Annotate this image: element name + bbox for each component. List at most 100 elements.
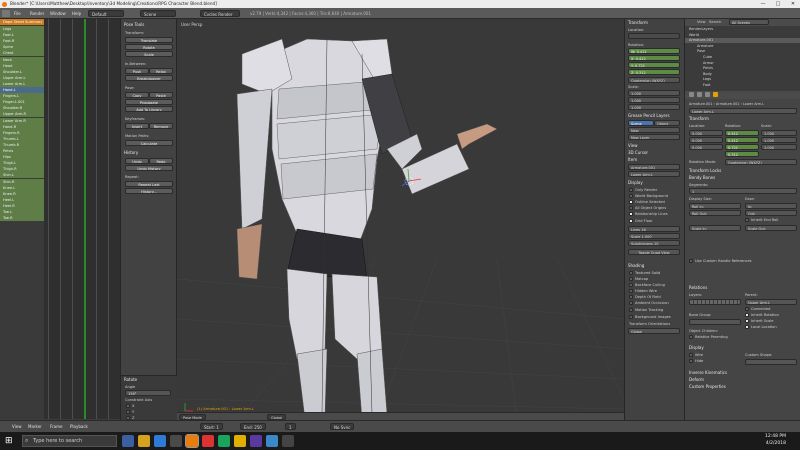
- inverse-kinematics-header[interactable]: Inverse Kinematics: [689, 370, 727, 376]
- copy-pose-button[interactable]: Copy: [125, 92, 149, 98]
- dope-sheet-channel-row[interactable]: Knee.L: [0, 184, 44, 191]
- custom-handle-checkbox[interactable]: [689, 259, 693, 263]
- timeline-view-menu[interactable]: View: [12, 423, 22, 430]
- ambient-occlusion-checkbox[interactable]: [629, 301, 633, 305]
- dope-sheet-channel-row[interactable]: Shin.L: [0, 172, 44, 179]
- translate-button[interactable]: Translate: [125, 37, 173, 43]
- view-panel-header[interactable]: View: [628, 143, 638, 149]
- timeline-frame-menu[interactable]: Frame: [50, 423, 62, 430]
- app-icon[interactable]: [266, 435, 278, 447]
- display-panel-header[interactable]: Display: [628, 180, 643, 186]
- object-tab-icon[interactable]: [705, 92, 710, 97]
- dope-sheet-channel-row[interactable]: Heel.R: [0, 202, 44, 209]
- axis-y-checkbox[interactable]: [126, 410, 130, 414]
- close-window-button[interactable]: ✕: [786, 0, 800, 8]
- remove-keyframe-button[interactable]: Remove: [149, 123, 173, 129]
- propagate-button[interactable]: Propagate: [125, 99, 173, 105]
- character-armor-model[interactable]: [236, 38, 498, 420]
- playhead-line[interactable]: [84, 19, 86, 419]
- background-images-checkbox[interactable]: [629, 315, 633, 319]
- dope-sheet-channel-row[interactable]: Chest: [0, 50, 44, 57]
- bone-display-header[interactable]: Display: [689, 345, 704, 351]
- outliner-view-menu[interactable]: View: [697, 19, 706, 25]
- outliner-row[interactable]: Armature.001: [685, 38, 800, 44]
- bone-rot-x[interactable]: 0.412: [725, 137, 759, 143]
- push-button[interactable]: Push: [125, 68, 149, 74]
- roll-out-field[interactable]: Roll Out:: [689, 210, 741, 216]
- rotation-mode-select[interactable]: Quaternion (WXYZ): [628, 77, 680, 83]
- dope-sheet-channel-row[interactable]: Toe.L: [0, 209, 44, 215]
- scale-z-field[interactable]: 1.000: [628, 104, 680, 110]
- dope-sheet-channel-row[interactable]: Foot.L: [0, 32, 44, 39]
- dope-sheet-channel-row[interactable]: Thumb.L: [0, 135, 44, 142]
- relationship-lines-checkbox[interactable]: [629, 212, 633, 216]
- outliner-row[interactable]: Pose: [685, 49, 800, 54]
- history-header[interactable]: History: [124, 150, 138, 156]
- repeat-history-button[interactable]: History...: [125, 188, 173, 194]
- bone-scale-y[interactable]: 1.000: [761, 137, 797, 143]
- ease-out-field[interactable]: Out:: [745, 210, 797, 216]
- repeat-last-button[interactable]: Repeat Last: [125, 181, 173, 187]
- bendy-bones-header[interactable]: Bendy Bones: [689, 175, 715, 181]
- outliner-row[interactable]: Cube: [685, 55, 800, 60]
- dope-sheet-channel-row[interactable]: Heel.L: [0, 196, 44, 203]
- undo-history-button[interactable]: Undo History: [125, 165, 173, 171]
- grid-floor-checkbox[interactable]: [629, 219, 633, 223]
- gpencil-new-layer-button[interactable]: New Layer: [628, 134, 680, 140]
- toggle-quad-view-button[interactable]: Toggle Quad View: [628, 249, 680, 255]
- scale-out-field[interactable]: Scale Out:: [745, 225, 797, 231]
- dope-sheet-channel-row[interactable]: Fingers.R: [0, 129, 44, 136]
- scale-button[interactable]: Scale: [125, 51, 173, 57]
- gpencil-new-button[interactable]: New: [628, 127, 680, 133]
- matcap-checkbox[interactable]: [629, 277, 633, 281]
- task-view-icon[interactable]: [122, 435, 134, 447]
- connected-checkbox[interactable]: [745, 307, 749, 311]
- bone-rot-y[interactable]: 0.721: [725, 144, 759, 150]
- dope-sheet-channel-row[interactable]: Upper Arm.R: [0, 111, 44, 118]
- breakdowner-button[interactable]: Breakdowner: [125, 75, 173, 81]
- bone-rotation-mode-select[interactable]: Quaternion (WXYZ): [725, 159, 797, 165]
- transform-locks-header[interactable]: Transform Locks: [689, 168, 721, 174]
- dope-sheet-channel-row[interactable]: Thigh.L: [0, 160, 44, 167]
- paste-pose-button[interactable]: Paste: [149, 92, 173, 98]
- segments-field[interactable]: 1: [689, 188, 797, 194]
- dope-sheet-channel-row[interactable]: Pelvis: [0, 148, 44, 154]
- inherit-rotation-checkbox[interactable]: [745, 313, 749, 317]
- dope-sheet-channel-row[interactable]: Shoulder.L: [0, 68, 44, 75]
- gpencil-object-toggle[interactable]: Object: [654, 120, 680, 126]
- relax-button[interactable]: Relax: [149, 68, 173, 74]
- custom-properties-header[interactable]: Custom Properties: [689, 384, 726, 390]
- windows-start-icon[interactable]: ⊞: [5, 436, 15, 446]
- custom-shape-field[interactable]: [745, 359, 797, 365]
- app-icon[interactable]: [218, 435, 230, 447]
- dope-sheet-channel-row[interactable]: Hips: [0, 154, 44, 161]
- blender-taskbar-icon[interactable]: [185, 434, 199, 448]
- tool-panel-header[interactable]: Pose Tools: [124, 22, 144, 28]
- hidden-wire-checkbox[interactable]: [629, 289, 633, 293]
- bone-transform-header[interactable]: Transform: [689, 116, 709, 122]
- inherit-scale-checkbox[interactable]: [745, 319, 749, 323]
- bone-tab-icon[interactable]: [713, 92, 718, 97]
- dope-sheet-channel-row[interactable]: Upper Arm.L: [0, 74, 44, 81]
- bone-scale-z[interactable]: 1.000: [761, 144, 797, 150]
- wire-checkbox[interactable]: [689, 353, 693, 357]
- scene-tab-icon[interactable]: [697, 92, 702, 97]
- dope-sheet-channel-row[interactable]: Finger.L.001: [0, 99, 44, 106]
- chrome-icon[interactable]: [234, 435, 246, 447]
- system-tray-icons[interactable]: [720, 434, 746, 448]
- ease-in-field[interactable]: In:: [745, 203, 797, 209]
- bone-rot-z[interactable]: 0.312: [725, 151, 759, 157]
- bone-rot-w[interactable]: 0.412: [725, 130, 759, 136]
- current-frame-field[interactable]: 1: [285, 423, 296, 430]
- app-icon[interactable]: [202, 435, 214, 447]
- taskbar-search-box[interactable]: ⌕ Type here to search: [22, 435, 117, 447]
- dope-sheet-channel-row[interactable]: Lower Arm.R: [0, 117, 44, 124]
- dope-sheet-channel-row[interactable]: Thumb.R: [0, 141, 44, 148]
- all-origins-checkbox[interactable]: [629, 206, 633, 210]
- menu-file[interactable]: File: [14, 10, 21, 17]
- operator-header[interactable]: Rotate: [124, 377, 137, 383]
- dope-sheet-channel-row[interactable]: Hand.L: [0, 87, 44, 93]
- menu-render[interactable]: Render: [30, 10, 44, 17]
- hide-checkbox[interactable]: [689, 359, 693, 363]
- dope-sheet-channel-row[interactable]: Thigh.R: [0, 166, 44, 173]
